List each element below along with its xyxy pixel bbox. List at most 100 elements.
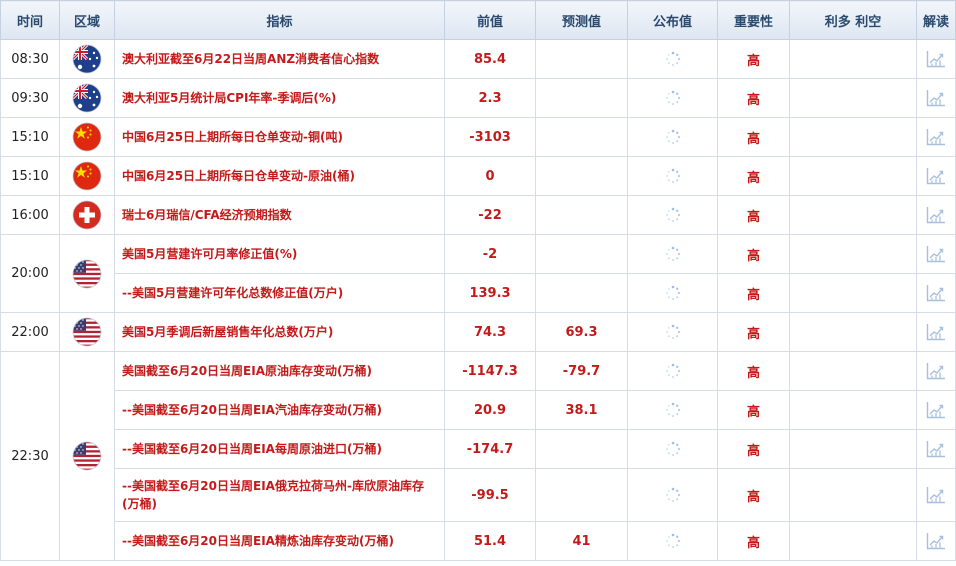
forecast-value bbox=[535, 195, 628, 235]
importance-level: 高 bbox=[717, 468, 790, 522]
interpret-button[interactable] bbox=[916, 468, 956, 522]
switzerland-flag-icon bbox=[72, 200, 102, 230]
impact-cell bbox=[789, 468, 917, 522]
interpret-button[interactable] bbox=[916, 78, 956, 118]
chart-analysis-icon bbox=[926, 128, 946, 146]
interpret-button[interactable] bbox=[916, 156, 956, 196]
interpret-button[interactable] bbox=[916, 521, 956, 561]
chart-analysis-icon bbox=[926, 362, 946, 380]
table-row: 15:10 中国6月25日上期所每日仓单变动-原油(桶) 0 高 bbox=[0, 156, 956, 196]
impact-cell bbox=[789, 39, 917, 79]
header-indicator: 指标 bbox=[114, 0, 445, 40]
indicator-name-link[interactable]: --美国截至6月20日当周EIA汽油库存变动(万桶) bbox=[114, 390, 445, 430]
loading-spinner-icon bbox=[665, 90, 681, 106]
indicator-name-link[interactable]: 澳大利亚5月统计局CPI年率-季调后(%) bbox=[114, 78, 445, 118]
impact-cell bbox=[789, 234, 917, 274]
interpret-button[interactable] bbox=[916, 312, 956, 352]
indicator-name-link[interactable]: 瑞士6月瑞信/CFA经济预期指数 bbox=[114, 195, 445, 235]
indicator-name-link[interactable]: 澳大利亚截至6月22日当周ANZ消费者信心指数 bbox=[114, 39, 445, 79]
loading-spinner-icon bbox=[665, 441, 681, 457]
previous-value: 85.4 bbox=[444, 39, 536, 79]
impact-cell bbox=[789, 351, 917, 391]
interpret-button[interactable] bbox=[916, 39, 956, 79]
table-row: --美国截至6月20日当周EIA俄克拉荷马州-库欣原油库存(万桶) -99.5 … bbox=[1, 468, 956, 522]
header-time: 时间 bbox=[0, 0, 60, 40]
table-row: --美国截至6月20日当周EIA精炼油库存变动(万桶) 51.4 41 高 bbox=[1, 521, 956, 561]
interpret-button[interactable] bbox=[916, 234, 956, 274]
interpret-button[interactable] bbox=[916, 273, 956, 313]
impact-cell bbox=[789, 521, 917, 561]
release-time: 09:30 bbox=[0, 78, 60, 118]
interpret-button[interactable] bbox=[916, 195, 956, 235]
release-time: 16:00 bbox=[0, 195, 60, 235]
loading-spinner-icon bbox=[665, 324, 681, 340]
china-flag-icon bbox=[72, 122, 102, 152]
forecast-value bbox=[535, 429, 628, 469]
actual-value-cell bbox=[627, 429, 718, 469]
loading-spinner-icon bbox=[665, 207, 681, 223]
release-time: 15:10 bbox=[0, 117, 60, 157]
actual-value-cell bbox=[627, 78, 718, 118]
chart-analysis-icon bbox=[926, 245, 946, 263]
previous-value: 74.3 bbox=[444, 312, 536, 352]
previous-value: -3103 bbox=[444, 117, 536, 157]
importance-level: 高 bbox=[717, 78, 790, 118]
indicator-name-link[interactable]: --美国截至6月20日当周EIA精炼油库存变动(万桶) bbox=[114, 521, 445, 561]
importance-level: 高 bbox=[717, 521, 790, 561]
loading-spinner-icon bbox=[665, 129, 681, 145]
header-forecast: 预测值 bbox=[535, 0, 628, 40]
indicator-name-link[interactable]: 美国截至6月20日当周EIA原油库存变动(万桶) bbox=[114, 351, 445, 391]
table-row: 08:30 澳大利亚截至6月22日当周ANZ消费者信心指数 85.4 高 bbox=[0, 39, 956, 79]
loading-spinner-icon bbox=[665, 285, 681, 301]
loading-spinner-icon bbox=[665, 51, 681, 67]
interpret-button[interactable] bbox=[916, 390, 956, 430]
usa-flag-icon bbox=[72, 441, 102, 471]
interpret-button[interactable] bbox=[916, 351, 956, 391]
previous-value: 51.4 bbox=[444, 521, 536, 561]
table-row: 15:10 中国6月25日上期所每日仓单变动-铜(吨) -3103 高 bbox=[0, 117, 956, 157]
table-row: --美国截至6月20日当周EIA汽油库存变动(万桶) 20.9 38.1 高 bbox=[1, 390, 956, 430]
indicator-name-link[interactable]: 中国6月25日上期所每日仓单变动-原油(桶) bbox=[114, 156, 445, 196]
table-row: 22:00 美国5月季调后新屋销售年化总数(万户) 74.3 69.3 高 bbox=[0, 312, 956, 352]
forecast-value bbox=[535, 468, 628, 522]
usa-flag-icon bbox=[72, 259, 102, 289]
indicator-name-link[interactable]: --美国5月营建许可年化总数修正值(万户) bbox=[114, 273, 445, 313]
previous-value: 139.3 bbox=[444, 273, 536, 313]
indicator-name-link[interactable]: 美国5月季调后新屋销售年化总数(万户) bbox=[114, 312, 445, 352]
importance-level: 高 bbox=[717, 429, 790, 469]
actual-value-cell bbox=[627, 234, 718, 274]
indicator-name-link[interactable]: --美国截至6月20日当周EIA俄克拉荷马州-库欣原油库存(万桶) bbox=[114, 468, 445, 522]
importance-level: 高 bbox=[717, 156, 790, 196]
release-time: 15:10 bbox=[0, 156, 60, 196]
indicator-name-link[interactable]: --美国截至6月20日当周EIA每周原油进口(万桶) bbox=[114, 429, 445, 469]
actual-value-cell bbox=[627, 39, 718, 79]
forecast-value bbox=[535, 156, 628, 196]
forecast-value: 41 bbox=[535, 521, 628, 561]
impact-cell bbox=[789, 273, 917, 313]
forecast-value bbox=[535, 234, 628, 274]
loading-spinner-icon bbox=[665, 402, 681, 418]
chart-analysis-icon bbox=[926, 401, 946, 419]
previous-value: -22 bbox=[444, 195, 536, 235]
actual-value-cell bbox=[627, 156, 718, 196]
table-row: 22:30 美国截至6月20日当周EIA原油库存变动(万桶) -1147.3 -… bbox=[0, 351, 956, 561]
interpret-button[interactable] bbox=[916, 429, 956, 469]
previous-value: 20.9 bbox=[444, 390, 536, 430]
indicator-name-link[interactable]: 美国5月营建许可月率修正值(%) bbox=[114, 234, 445, 274]
indicator-name-link[interactable]: 中国6月25日上期所每日仓单变动-铜(吨) bbox=[114, 117, 445, 157]
forecast-value bbox=[535, 117, 628, 157]
actual-value-cell bbox=[627, 521, 718, 561]
region-cell bbox=[59, 39, 115, 79]
table-row: --美国截至6月20日当周EIA每周原油进口(万桶) -174.7 高 bbox=[1, 429, 956, 469]
previous-value: -99.5 bbox=[444, 468, 536, 522]
forecast-value bbox=[535, 273, 628, 313]
previous-value: -1147.3 bbox=[444, 351, 536, 391]
australia-flag-icon bbox=[72, 44, 102, 74]
forecast-value bbox=[535, 78, 628, 118]
loading-spinner-icon bbox=[665, 246, 681, 262]
importance-level: 高 bbox=[717, 273, 790, 313]
forecast-value: 38.1 bbox=[535, 390, 628, 430]
interpret-button[interactable] bbox=[916, 117, 956, 157]
loading-spinner-icon bbox=[665, 363, 681, 379]
loading-spinner-icon bbox=[665, 487, 681, 503]
